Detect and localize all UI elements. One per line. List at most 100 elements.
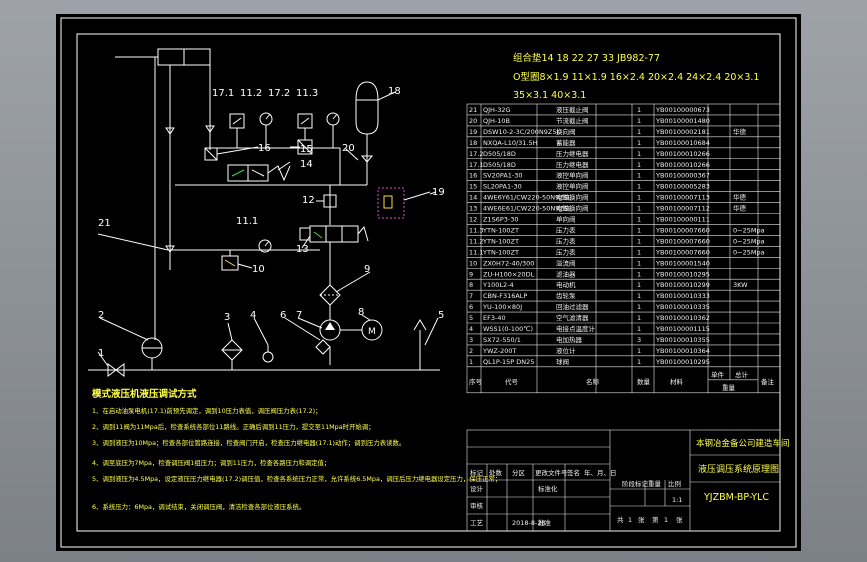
callout-6: 6 — [280, 310, 286, 321]
bom-cell-mat: YB00100007112 — [655, 205, 710, 213]
bom-cell-no: 1 — [469, 358, 473, 366]
label-sheet-unit-b: 张 — [676, 515, 683, 524]
bom-cell-rem: 华德 — [733, 193, 747, 202]
bom-cell-name: 节流截止阀 — [556, 116, 589, 125]
bom-cell-qty: 1 — [637, 216, 641, 224]
bom-cell-rem: 0~25Mpa — [733, 226, 765, 234]
label-sheet-unit-a: 张 — [638, 515, 645, 524]
bom-cell-name: 蓄能器 — [556, 138, 576, 147]
bom-cell-qty: 1 — [637, 128, 641, 136]
sheet-total: 1 — [628, 516, 632, 524]
bom-cell-name: 溢流阀 — [556, 258, 576, 267]
bom-cell-code: DSW10-2-3C/200N9Z5L — [483, 128, 561, 136]
callout-20: 20 — [342, 143, 355, 154]
bom-cell-mat: YB00100010355 — [655, 336, 710, 344]
callout-11-1: 11.1 — [236, 216, 258, 227]
label-approve: 批准 — [538, 518, 552, 527]
bom-cell-rem: 3KW — [733, 281, 748, 289]
bom-cell-no: 17.2 — [469, 150, 483, 158]
bom-cell-code: QL1P-15P DN25 — [483, 358, 534, 366]
bom-cell-name: 电接点温度计 — [556, 324, 596, 333]
callout-10: 10 — [252, 264, 265, 275]
bom-cell-name: 压力表 — [556, 247, 576, 256]
bom-cell-mat: YB00100010684 — [655, 139, 710, 147]
bom-header-no: 序号 — [469, 377, 483, 386]
note-item: 5、调到液压为4.5Mpa，设定液压压力继电器(17.2)调压值，检查各系统压力… — [92, 474, 501, 483]
oring-line-2: 35×3.1 40×3.1 — [513, 90, 586, 101]
bom-cell-name: 换向阀 — [556, 127, 576, 136]
bom-cell-mat: YB00100010295 — [655, 270, 710, 278]
bom-cell-mat: YB00100007660 — [655, 237, 710, 245]
callout-11-3: 11.3 — [296, 88, 318, 99]
bom-cell-no: 8 — [469, 281, 473, 289]
bom-cell-mat: YB00100000111 — [655, 216, 710, 224]
seal-header: 组合垫14 18 22 27 33 JB982-77 — [513, 52, 660, 64]
bom-cell-code: ZU-H100×20DL — [483, 270, 535, 278]
label-craft: 工艺 — [470, 519, 484, 527]
bom-header-code: 代号 — [505, 377, 519, 386]
bom-header-weight: 重量 — [722, 384, 736, 392]
bom-cell-name: 回油过滤器 — [556, 302, 589, 311]
bom-cell-code: YTN-100ZT — [482, 226, 519, 234]
bom-cell-no: 7 — [469, 292, 473, 300]
bom-cell-mat: YB00100010335 — [655, 303, 710, 311]
notes-list: 1、在启动油泵电机(17.1)前预先调定，调到10压力表值，调压阀压力表(17.… — [92, 406, 501, 511]
bom-cell-code: WSS1(0-100℃) — [483, 325, 533, 333]
label-weight: 重量 — [648, 480, 662, 488]
label-scale: 比例 — [668, 479, 681, 488]
bom-cell-name: 液压截止阀 — [556, 105, 589, 114]
bom-cell-no: 9 — [469, 270, 473, 278]
label-design: 设计 — [470, 484, 484, 493]
callout-16: 16 — [258, 143, 271, 154]
bom-header-qty: 数量 — [637, 377, 651, 386]
label-sheet-total: 共 — [617, 515, 624, 524]
bom-cell-code: YWZ-200T — [482, 347, 516, 355]
callout-14: 14 — [300, 159, 313, 170]
bom-cell-qty: 1 — [637, 226, 641, 234]
bom-cell-name: 电加热器 — [556, 335, 583, 344]
bom-cell-code: NXQA-L10/31.5H — [483, 139, 538, 147]
bom-cell-qty: 1 — [637, 183, 641, 191]
title-block: 标记 处数 分区 更改文件号 签名 年、月、日 设计 标准化 阶段标记 重量 比… — [466, 429, 790, 532]
drawing-title: 液压调压系统原理图 — [698, 463, 779, 475]
accumulator-18 — [355, 81, 379, 135]
bom-cell-no: 14 — [469, 194, 477, 202]
bom-header-total_weight: 总计 — [735, 370, 749, 379]
callout-2: 2 — [98, 310, 104, 321]
bom-table: 21 QJH-32G 液压截止阀 1 YB0010000067320 QJH-10B 节流截… — [466, 103, 781, 394]
bom-cell-mat: YB00100005283 — [655, 183, 710, 191]
bom-cell-code: CBN-F316ALP — [483, 292, 527, 300]
bom-cell-qty: 1 — [637, 205, 641, 213]
valve-19 — [377, 187, 405, 219]
callout-7: 7 — [296, 310, 302, 321]
note-item: 6、系统压力：6Mpa，调试结束，关闭调压阀，清洁检查各部位液压系统。 — [92, 502, 305, 511]
bom-cell-qty: 1 — [637, 270, 641, 278]
bom-cell-code: QJH-32G — [483, 106, 511, 114]
bom-cell-no: 16 — [469, 172, 477, 180]
hydraulic-schematic: M 1 2 3 4 5 6 7 8 9 10 11.1 11.2 11.3 12… — [60, 17, 797, 548]
bom-cell-name: 电磁换向阀 — [556, 204, 589, 213]
bom-cell-mat: YB00100007660 — [655, 226, 710, 234]
label-standard: 标准化 — [538, 484, 558, 493]
bom-cell-name: 单向阀 — [556, 215, 576, 224]
bom-cell-no: 20 — [469, 117, 477, 125]
bom-cell-code: D505/18D — [483, 161, 516, 169]
oring-line-1: O型圈8×1.9 11×1.9 16×2.4 20×2.4 24×2.4 20×… — [513, 72, 759, 83]
label-review: 审核 — [470, 501, 484, 510]
bom-header-remark: 备注 — [761, 377, 775, 386]
note-item: 1、在启动油泵电机(17.1)前预先调定，调到10压力表值，调压阀压力表(17.… — [92, 406, 322, 415]
bom-cell-qty: 1 — [637, 314, 641, 322]
label-sign: 签名 — [567, 468, 580, 477]
bom-cell-code: ZX0H72-40/300 — [483, 259, 534, 267]
bom-cell-rem: 0~25Mpa — [733, 248, 765, 256]
bom-cell-qty: 1 — [637, 139, 641, 147]
bom-cell-no: 3 — [469, 336, 473, 344]
callout-21: 21 — [98, 218, 111, 229]
bom-cell-rem: 华德 — [733, 204, 747, 213]
label-sheet-no: 第 — [652, 515, 659, 524]
bom-cell-no: 10 — [469, 259, 477, 267]
callout-17-1: 17.1 — [212, 88, 234, 99]
bom-cell-name: 滤油器 — [556, 269, 576, 278]
bom-cell-no: 19 — [469, 128, 477, 136]
callout-8: 8 — [358, 307, 364, 318]
